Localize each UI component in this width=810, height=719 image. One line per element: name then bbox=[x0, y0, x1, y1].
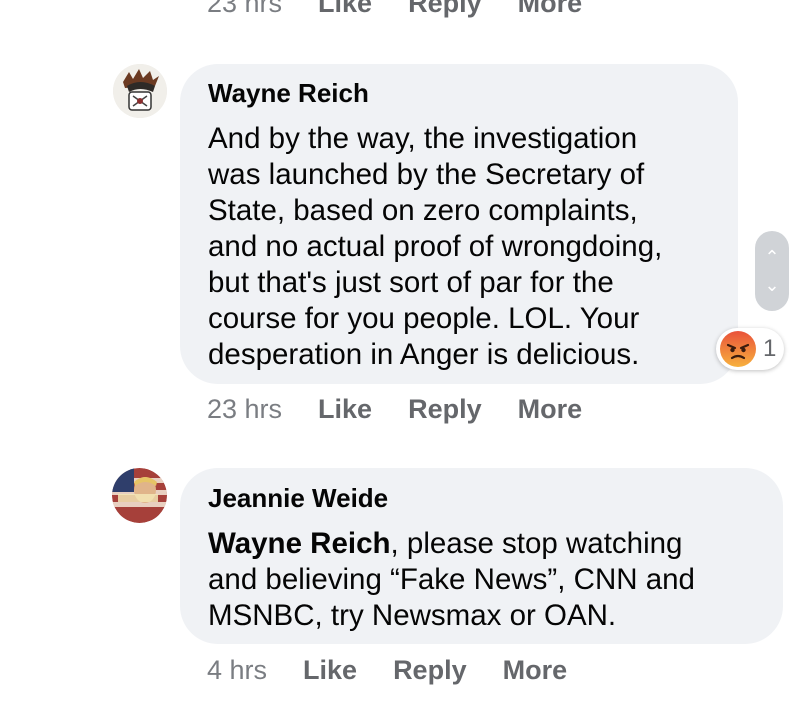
comment-bubble: Jeannie Weide Wayne Reich, please stop w… bbox=[180, 468, 783, 644]
timestamp: 23 hrs bbox=[207, 0, 283, 18]
avatar-jeannie-weide[interactable] bbox=[112, 468, 167, 523]
more-button[interactable]: More bbox=[503, 655, 568, 686]
timestamp: 4 hrs bbox=[207, 655, 268, 685]
comment-actions: 23 hrs Like Reply More bbox=[207, 394, 582, 425]
comment-text: And by the way, the investigation was la… bbox=[208, 122, 663, 371]
avatar-illustration bbox=[113, 64, 167, 118]
avatar-illustration bbox=[112, 468, 167, 523]
like-button[interactable]: Like bbox=[318, 394, 372, 425]
reply-button[interactable]: Reply bbox=[393, 655, 467, 686]
timestamp: 23 hrs bbox=[207, 394, 283, 424]
chevron-up-icon[interactable]: ⌃ bbox=[764, 248, 779, 266]
scroll-controls: ⌃ ⌄ bbox=[755, 231, 789, 311]
comment-author[interactable]: Wayne Reich bbox=[208, 78, 712, 109]
like-button[interactable]: Like bbox=[318, 0, 372, 19]
comment-author[interactable]: Jeannie Weide bbox=[208, 483, 757, 514]
avatar-wayne-reich[interactable] bbox=[113, 64, 167, 118]
reaction-summary[interactable]: 1 bbox=[716, 328, 784, 370]
comment-actions-top: 23 hrs Like Reply More bbox=[207, 0, 582, 19]
like-button[interactable]: Like bbox=[303, 655, 357, 686]
more-button[interactable]: More bbox=[518, 0, 583, 19]
mention-link[interactable]: Wayne Reich bbox=[208, 527, 391, 560]
comment-actions: 4 hrs Like Reply More bbox=[207, 655, 567, 686]
more-button[interactable]: More bbox=[518, 394, 583, 425]
reaction-count: 1 bbox=[763, 335, 777, 362]
reply-button[interactable]: Reply bbox=[408, 394, 482, 425]
angry-emoji-icon bbox=[720, 331, 756, 367]
reply-button[interactable]: Reply bbox=[408, 0, 482, 19]
comment-bubble: Wayne Reich And by the way, the investig… bbox=[180, 64, 738, 384]
comment-text: Wayne Reich, please stop watching and be… bbox=[208, 526, 757, 634]
chevron-down-icon[interactable]: ⌄ bbox=[764, 276, 779, 294]
